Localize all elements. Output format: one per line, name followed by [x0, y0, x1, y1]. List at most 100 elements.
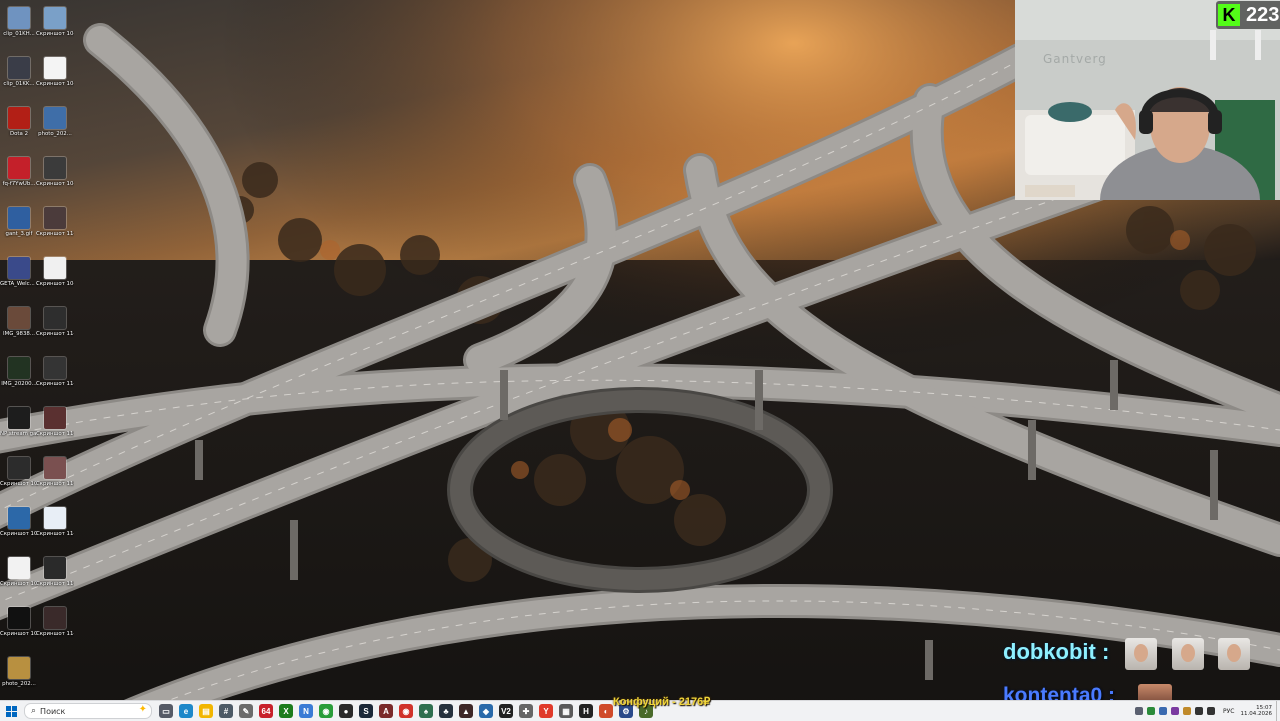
desktop-file-label: gant_3.gif — [5, 231, 33, 237]
chrome-icon: ◉ — [322, 706, 330, 716]
file-thumbnail-icon — [44, 107, 66, 129]
desktop-file-label: clip_01KH... — [3, 31, 35, 37]
desktop-file-icon[interactable]: Скриншот 10-04-20... — [0, 506, 38, 556]
file-thumbnail-icon — [8, 207, 30, 229]
desktop-file-icon[interactable]: IMG_20200... — [0, 356, 38, 406]
file-thumbnail-icon — [8, 457, 30, 479]
desktop-file-icon[interactable]: GETA_Welc... 2_generati... — [0, 256, 38, 306]
desktop-file-label: Dota 2 — [9, 131, 28, 137]
taskbar-app-app-d[interactable]: ▲ — [459, 704, 473, 718]
desktop-file-label: Скриншот 10-04-20... — [0, 631, 38, 637]
taskbar-search-box[interactable]: ⌕ Поиск ✦ — [24, 703, 152, 719]
desktop-file-icon[interactable]: NP stream gantver1... — [0, 406, 38, 456]
taskbar-app-app-steam[interactable]: S — [359, 704, 373, 718]
taskbar-app-edge[interactable]: e — [179, 704, 193, 718]
desktop-file-icon[interactable]: Скриншот 10-04-20... — [0, 556, 38, 606]
file-thumbnail-icon — [8, 157, 30, 179]
taskbar-app-app-f[interactable]: ✚ — [519, 704, 533, 718]
file-thumbnail-icon — [8, 507, 30, 529]
desktop-file-icon[interactable]: fq-f7YwUb... — [0, 156, 38, 206]
taskbar-app-app-c[interactable]: ♣ — [439, 704, 453, 718]
file-thumbnail-icon — [8, 407, 30, 429]
file-thumbnail-icon — [8, 257, 30, 279]
taskbar-app-app-a[interactable]: A — [379, 704, 393, 718]
taskbar-app-chrome[interactable]: ◉ — [319, 704, 333, 718]
chat-emote — [1218, 638, 1250, 670]
desktop-file-icon[interactable]: Скриншот 11-04-20... — [36, 556, 74, 606]
desktop-file-label: Скриншот 11-04-20... — [36, 331, 74, 337]
wifi-icon[interactable] — [1195, 707, 1204, 715]
desktop-file-icon[interactable]: Скриншот 11-04-20... — [36, 606, 74, 656]
desktop-file-icon[interactable]: Скриншот 10-04-20... — [0, 606, 38, 656]
taskbar-app-paint[interactable]: ✎ — [239, 704, 253, 718]
desktop-file-icon[interactable]: Скриншот 10-04-20... — [36, 56, 74, 106]
desktop-file-label: GETA_Welc... 2_generati... — [0, 281, 38, 287]
taskbar-app-app-h[interactable]: H — [579, 704, 593, 718]
taskbar-app-app-e[interactable]: ◆ — [479, 704, 493, 718]
app-e-icon: ◆ — [482, 706, 490, 716]
show-desktop-button[interactable] — [1276, 701, 1280, 721]
kick-logo-icon: K — [1218, 4, 1240, 26]
taskbar-app-xbox[interactable]: X — [279, 704, 293, 718]
app-b-icon: ♠ — [423, 706, 429, 716]
file-thumbnail-icon — [8, 557, 30, 579]
taskbar-app-calculator[interactable]: # — [219, 704, 233, 718]
taskbar-clock[interactable]: 15:07 11.04.2026 — [1241, 705, 1273, 718]
desktop-file-icon[interactable]: Скриншот 11-04-20... — [36, 356, 74, 406]
tray-app-icon[interactable] — [1159, 707, 1168, 715]
taskbar-app-app-g[interactable]: ▦ — [559, 704, 573, 718]
taskbar-app-explorer[interactable]: ▤ — [199, 704, 213, 718]
desktop-file-icon[interactable]: clip_01KK... — [0, 56, 38, 106]
desktop-file-icon[interactable]: photo_202... — [36, 106, 74, 156]
tray-app-icon[interactable] — [1171, 707, 1180, 715]
notepad-icon: N — [303, 706, 309, 716]
taskbar-pinned-apps: ▭ e ▤ # ✎ 64 X N ◉ ● S A ◉ ♠ ♣ ▲ ◆ V2 ✚ Y ▦ H ◐ ⚙ ♪ — [156, 704, 656, 718]
app-c-icon: ♣ — [443, 706, 449, 716]
desktop-file-icon[interactable]: photo_202... — [0, 656, 38, 706]
taskbar-app-obs[interactable]: ● — [339, 704, 353, 718]
desktop-file-icon[interactable]: Скриншот 11-04-20... — [36, 456, 74, 506]
taskbar-app-yandex[interactable]: Y — [539, 704, 553, 718]
input-language[interactable]: РУС — [1223, 708, 1234, 715]
app-g-icon: ▦ — [562, 706, 570, 716]
desktop-file-icon[interactable]: Скриншот 10-04-20... — [36, 6, 74, 56]
chrome-2-icon: ◉ — [402, 706, 410, 716]
viewer-count: 223 — [1246, 3, 1280, 26]
tray-chevron-icon[interactable] — [1135, 707, 1144, 715]
tray-app-icon[interactable] — [1147, 707, 1156, 715]
desktop-file-icon[interactable]: Скриншот 11-04-20... — [36, 506, 74, 556]
desktop-file-icon[interactable]: Скриншот 10-04-20... — [0, 456, 38, 506]
taskbar-app-app-64[interactable]: 64 — [259, 704, 273, 718]
desktop-file-icon[interactable]: Скриншот 11-04-20... — [36, 406, 74, 456]
tray-app-icon[interactable] — [1183, 707, 1192, 715]
desktop-file-icon[interactable]: IMG_9838... — [0, 306, 38, 356]
windows-logo-icon — [5, 705, 17, 717]
obs-icon: ● — [343, 706, 349, 716]
desktop-file-label: photo_202... — [2, 681, 36, 687]
taskbar-app-chrome-2[interactable]: ◉ — [399, 704, 413, 718]
webcam-wall-text: Gantverg — [1043, 52, 1107, 66]
desktop-file-icon[interactable]: Скриншот 10-04-20... — [36, 256, 74, 306]
desktop-file-icon[interactable]: Dota 2 — [0, 106, 38, 156]
desktop-file-icon[interactable]: Скриншот 11-04-20... — [36, 306, 74, 356]
taskbar-app-app-v2[interactable]: V2 — [499, 704, 513, 718]
taskbar-app-task-view[interactable]: ▭ — [159, 704, 173, 718]
volume-icon[interactable] — [1207, 707, 1216, 715]
taskbar-app-app-i[interactable]: ◐ — [599, 704, 613, 718]
chat-username: dobkobit — [1003, 639, 1096, 664]
copilot-sparkle-icon[interactable]: ✦ — [139, 704, 147, 715]
webcam-overlay: Gantverg — [1015, 0, 1280, 200]
start-button[interactable] — [0, 701, 22, 721]
desktop-file-icon[interactable]: Скриншот 11-04-20... — [36, 206, 74, 256]
desktop-file-icon[interactable]: Скриншот 10-04-20... — [36, 156, 74, 206]
file-thumbnail-icon — [8, 107, 30, 129]
desktop-file-icon[interactable]: gant_3.gif — [0, 206, 38, 256]
desktop-file-icon[interactable]: clip_01KH... — [0, 6, 38, 56]
edge-icon: e — [183, 706, 189, 716]
desktop-file-label: Скриншот 10-04-20... — [0, 581, 38, 587]
taskbar-app-app-b[interactable]: ♠ — [419, 704, 433, 718]
taskbar-app-notepad[interactable]: N — [299, 704, 313, 718]
file-thumbnail-icon — [44, 357, 66, 379]
file-thumbnail-icon — [44, 557, 66, 579]
file-thumbnail-icon — [44, 507, 66, 529]
